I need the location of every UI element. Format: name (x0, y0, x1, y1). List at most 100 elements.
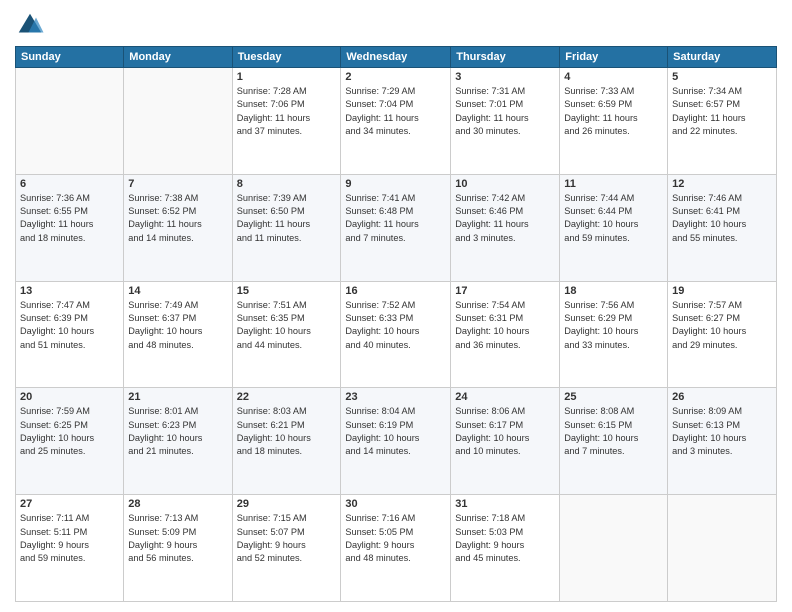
weekday-header-row: SundayMondayTuesdayWednesdayThursdayFrid… (16, 47, 777, 68)
weekday-header-friday: Friday (560, 47, 668, 68)
day-info: Sunrise: 8:09 AMSunset: 6:13 PMDaylight:… (672, 405, 772, 458)
calendar-cell: 2 Sunrise: 7:29 AMSunset: 7:04 PMDaylight… (341, 68, 451, 175)
day-info: Sunrise: 8:06 AMSunset: 6:17 PMDaylight:… (455, 405, 555, 458)
weekday-header-sunday: Sunday (16, 47, 124, 68)
week-row-2: 6 Sunrise: 7:36 AMSunset: 6:55 PMDaylight… (16, 174, 777, 281)
weekday-header-wednesday: Wednesday (341, 47, 451, 68)
calendar-cell: 30 Sunrise: 7:16 AMSunset: 5:05 PMDayligh… (341, 495, 451, 602)
day-number: 24 (455, 391, 555, 403)
day-number: 12 (672, 178, 772, 190)
calendar-cell: 15Sunrise: 7:51 AMSunset: 6:35 PMDayligh… (232, 281, 341, 388)
day-number: 13 (20, 285, 119, 297)
weekday-header-saturday: Saturday (668, 47, 777, 68)
day-number: 2 (345, 71, 446, 83)
day-info: Sunrise: 7:29 AMSunset: 7:04 PMDaylight:… (345, 85, 446, 138)
day-number: 15 (237, 285, 337, 297)
day-number: 26 (672, 391, 772, 403)
day-number: 21 (128, 391, 227, 403)
day-info: Sunrise: 7:16 AMSunset: 5:05 PMDaylight:… (345, 512, 446, 565)
day-number: 5 (672, 71, 772, 83)
calendar-cell: 1Sunrise: 7:28 AMSunset: 7:06 PMDaylight… (232, 68, 341, 175)
day-info: Sunrise: 7:46 AMSunset: 6:41 PMDaylight:… (672, 192, 772, 245)
day-info: Sunrise: 7:44 AMSunset: 6:44 PMDaylight:… (564, 192, 663, 245)
calendar-table: SundayMondayTuesdayWednesdayThursdayFrid… (15, 46, 777, 602)
calendar-cell: 9Sunrise: 7:41 AMSunset: 6:48 PMDaylight… (341, 174, 451, 281)
calendar-cell: 25 Sunrise: 8:08 AMSunset: 6:15 PMDayligh… (560, 388, 668, 495)
day-number: 30 (345, 498, 446, 510)
weekday-header-tuesday: Tuesday (232, 47, 341, 68)
calendar-cell (16, 68, 124, 175)
day-info: Sunrise: 7:36 AMSunset: 6:55 PMDaylight:… (20, 192, 119, 245)
day-number: 20 (20, 391, 119, 403)
day-info: Sunrise: 7:33 AMSunset: 6:59 PMDaylight:… (564, 85, 663, 138)
calendar-cell: 29Sunrise: 7:15 AMSunset: 5:07 PMDayligh… (232, 495, 341, 602)
day-info: Sunrise: 7:56 AMSunset: 6:29 PMDaylight:… (564, 299, 663, 352)
day-number: 9 (345, 178, 446, 190)
calendar-cell: 22Sunrise: 8:03 AMSunset: 6:21 PMDayligh… (232, 388, 341, 495)
day-number: 18 (564, 285, 663, 297)
calendar-cell: 26 Sunrise: 8:09 AMSunset: 6:13 PMDayligh… (668, 388, 777, 495)
calendar-cell: 23 Sunrise: 8:04 AMSunset: 6:19 PMDayligh… (341, 388, 451, 495)
day-info: Sunrise: 7:11 AMSunset: 5:11 PMDaylight:… (20, 512, 119, 565)
day-info: Sunrise: 7:38 AMSunset: 6:52 PMDaylight:… (128, 192, 227, 245)
calendar-cell: 3Sunrise: 7:31 AMSunset: 7:01 PMDaylight… (451, 68, 560, 175)
day-info: Sunrise: 7:28 AMSunset: 7:06 PMDaylight:… (237, 85, 337, 138)
calendar-cell: 11Sunrise: 7:44 AMSunset: 6:44 PMDayligh… (560, 174, 668, 281)
calendar-cell: 7 Sunrise: 7:38 AMSunset: 6:52 PMDaylight… (124, 174, 232, 281)
week-row-3: 13 Sunrise: 7:47 AMSunset: 6:39 PMDayligh… (16, 281, 777, 388)
day-number: 10 (455, 178, 555, 190)
calendar-cell: 27 Sunrise: 7:11 AMSunset: 5:11 PMDayligh… (16, 495, 124, 602)
calendar-cell (560, 495, 668, 602)
week-row-1: 1Sunrise: 7:28 AMSunset: 7:06 PMDaylight… (16, 68, 777, 175)
calendar-cell (668, 495, 777, 602)
day-number: 3 (455, 71, 555, 83)
day-info: Sunrise: 8:04 AMSunset: 6:19 PMDaylight:… (345, 405, 446, 458)
calendar-cell: 13 Sunrise: 7:47 AMSunset: 6:39 PMDayligh… (16, 281, 124, 388)
calendar-cell: 6 Sunrise: 7:36 AMSunset: 6:55 PMDaylight… (16, 174, 124, 281)
day-info: Sunrise: 7:39 AMSunset: 6:50 PMDaylight:… (237, 192, 337, 245)
calendar-cell: 5Sunrise: 7:34 AMSunset: 6:57 PMDaylight… (668, 68, 777, 175)
calendar-cell: 19 Sunrise: 7:57 AMSunset: 6:27 PMDayligh… (668, 281, 777, 388)
logo (15, 10, 47, 40)
page-header (15, 10, 777, 40)
day-number: 27 (20, 498, 119, 510)
day-info: Sunrise: 7:47 AMSunset: 6:39 PMDaylight:… (20, 299, 119, 352)
day-info: Sunrise: 7:42 AMSunset: 6:46 PMDaylight:… (455, 192, 555, 245)
logo-icon (15, 10, 45, 40)
day-number: 31 (455, 498, 555, 510)
week-row-5: 27 Sunrise: 7:11 AMSunset: 5:11 PMDayligh… (16, 495, 777, 602)
calendar-cell: 21 Sunrise: 8:01 AMSunset: 6:23 PMDayligh… (124, 388, 232, 495)
day-info: Sunrise: 7:15 AMSunset: 5:07 PMDaylight:… (237, 512, 337, 565)
day-number: 28 (128, 498, 227, 510)
day-info: Sunrise: 7:13 AMSunset: 5:09 PMDaylight:… (128, 512, 227, 565)
calendar-cell: 17Sunrise: 7:54 AMSunset: 6:31 PMDayligh… (451, 281, 560, 388)
day-number: 22 (237, 391, 337, 403)
day-number: 19 (672, 285, 772, 297)
day-info: Sunrise: 7:49 AMSunset: 6:37 PMDaylight:… (128, 299, 227, 352)
day-number: 7 (128, 178, 227, 190)
calendar-cell: 14Sunrise: 7:49 AMSunset: 6:37 PMDayligh… (124, 281, 232, 388)
calendar-cell: 4 Sunrise: 7:33 AMSunset: 6:59 PMDaylight… (560, 68, 668, 175)
day-info: Sunrise: 7:59 AMSunset: 6:25 PMDaylight:… (20, 405, 119, 458)
day-number: 4 (564, 71, 663, 83)
day-info: Sunrise: 8:01 AMSunset: 6:23 PMDaylight:… (128, 405, 227, 458)
calendar-cell: 10 Sunrise: 7:42 AMSunset: 6:46 PMDayligh… (451, 174, 560, 281)
day-number: 25 (564, 391, 663, 403)
day-info: Sunrise: 7:18 AMSunset: 5:03 PMDaylight:… (455, 512, 555, 565)
day-number: 8 (237, 178, 337, 190)
day-info: Sunrise: 7:52 AMSunset: 6:33 PMDaylight:… (345, 299, 446, 352)
day-number: 17 (455, 285, 555, 297)
day-number: 6 (20, 178, 119, 190)
weekday-header-monday: Monday (124, 47, 232, 68)
weekday-header-thursday: Thursday (451, 47, 560, 68)
calendar-cell: 31 Sunrise: 7:18 AMSunset: 5:03 PMDayligh… (451, 495, 560, 602)
day-number: 16 (345, 285, 446, 297)
day-info: Sunrise: 7:57 AMSunset: 6:27 PMDaylight:… (672, 299, 772, 352)
calendar-cell (124, 68, 232, 175)
calendar-cell: 16 Sunrise: 7:52 AMSunset: 6:33 PMDayligh… (341, 281, 451, 388)
calendar-cell: 12 Sunrise: 7:46 AMSunset: 6:41 PMDayligh… (668, 174, 777, 281)
calendar-cell: 18 Sunrise: 7:56 AMSunset: 6:29 PMDayligh… (560, 281, 668, 388)
calendar-cell: 28 Sunrise: 7:13 AMSunset: 5:09 PMDayligh… (124, 495, 232, 602)
day-number: 23 (345, 391, 446, 403)
day-info: Sunrise: 8:08 AMSunset: 6:15 PMDaylight:… (564, 405, 663, 458)
